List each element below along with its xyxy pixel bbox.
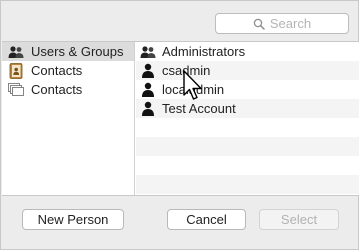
user-icon	[140, 63, 156, 79]
group-icon	[140, 44, 156, 60]
source-label: Users & Groups	[31, 44, 124, 59]
source-item-users-groups[interactable]: Users & Groups	[2, 42, 134, 61]
select-user-sheet: Search Users & Groups Contacts Contacts …	[0, 0, 359, 250]
list-item-test-account[interactable]: Test Account	[136, 99, 359, 118]
source-list[interactable]: Users & Groups Contacts Contacts	[2, 42, 135, 195]
user-icon	[140, 101, 156, 117]
select-button[interactable]: Select	[259, 209, 339, 230]
member-label: Administrators	[162, 44, 246, 59]
group-icon	[8, 44, 24, 60]
empty-row	[136, 156, 359, 175]
member-label: csadmin	[162, 63, 211, 78]
member-label: localadmin	[162, 82, 225, 97]
source-label: Contacts	[31, 82, 83, 97]
new-person-button[interactable]: New Person	[22, 209, 124, 230]
address-book-icon	[8, 62, 24, 79]
user-icon	[140, 82, 156, 98]
source-item-contacts-2[interactable]: Contacts	[2, 80, 134, 99]
cancel-button[interactable]: Cancel	[167, 209, 246, 230]
search-placeholder: Search	[269, 16, 312, 31]
browser-panel: Users & Groups Contacts Contacts Adminis…	[2, 41, 359, 196]
search-icon	[253, 18, 265, 30]
empty-row	[136, 137, 359, 156]
search-field[interactable]: Search	[215, 13, 349, 34]
source-item-contacts[interactable]: Contacts	[2, 61, 134, 80]
list-item-csadmin[interactable]: csadmin	[136, 61, 359, 80]
empty-row	[136, 175, 359, 194]
source-label: Contacts	[31, 63, 83, 78]
list-item-administrators[interactable]: Administrators	[136, 42, 359, 61]
empty-row	[136, 118, 359, 137]
member-label: Test Account	[162, 101, 236, 116]
member-list[interactable]: Administrators csadmin localadmin Test A…	[136, 42, 359, 195]
list-item-localadmin[interactable]: localadmin	[136, 80, 359, 99]
cards-stack-icon	[8, 82, 24, 98]
